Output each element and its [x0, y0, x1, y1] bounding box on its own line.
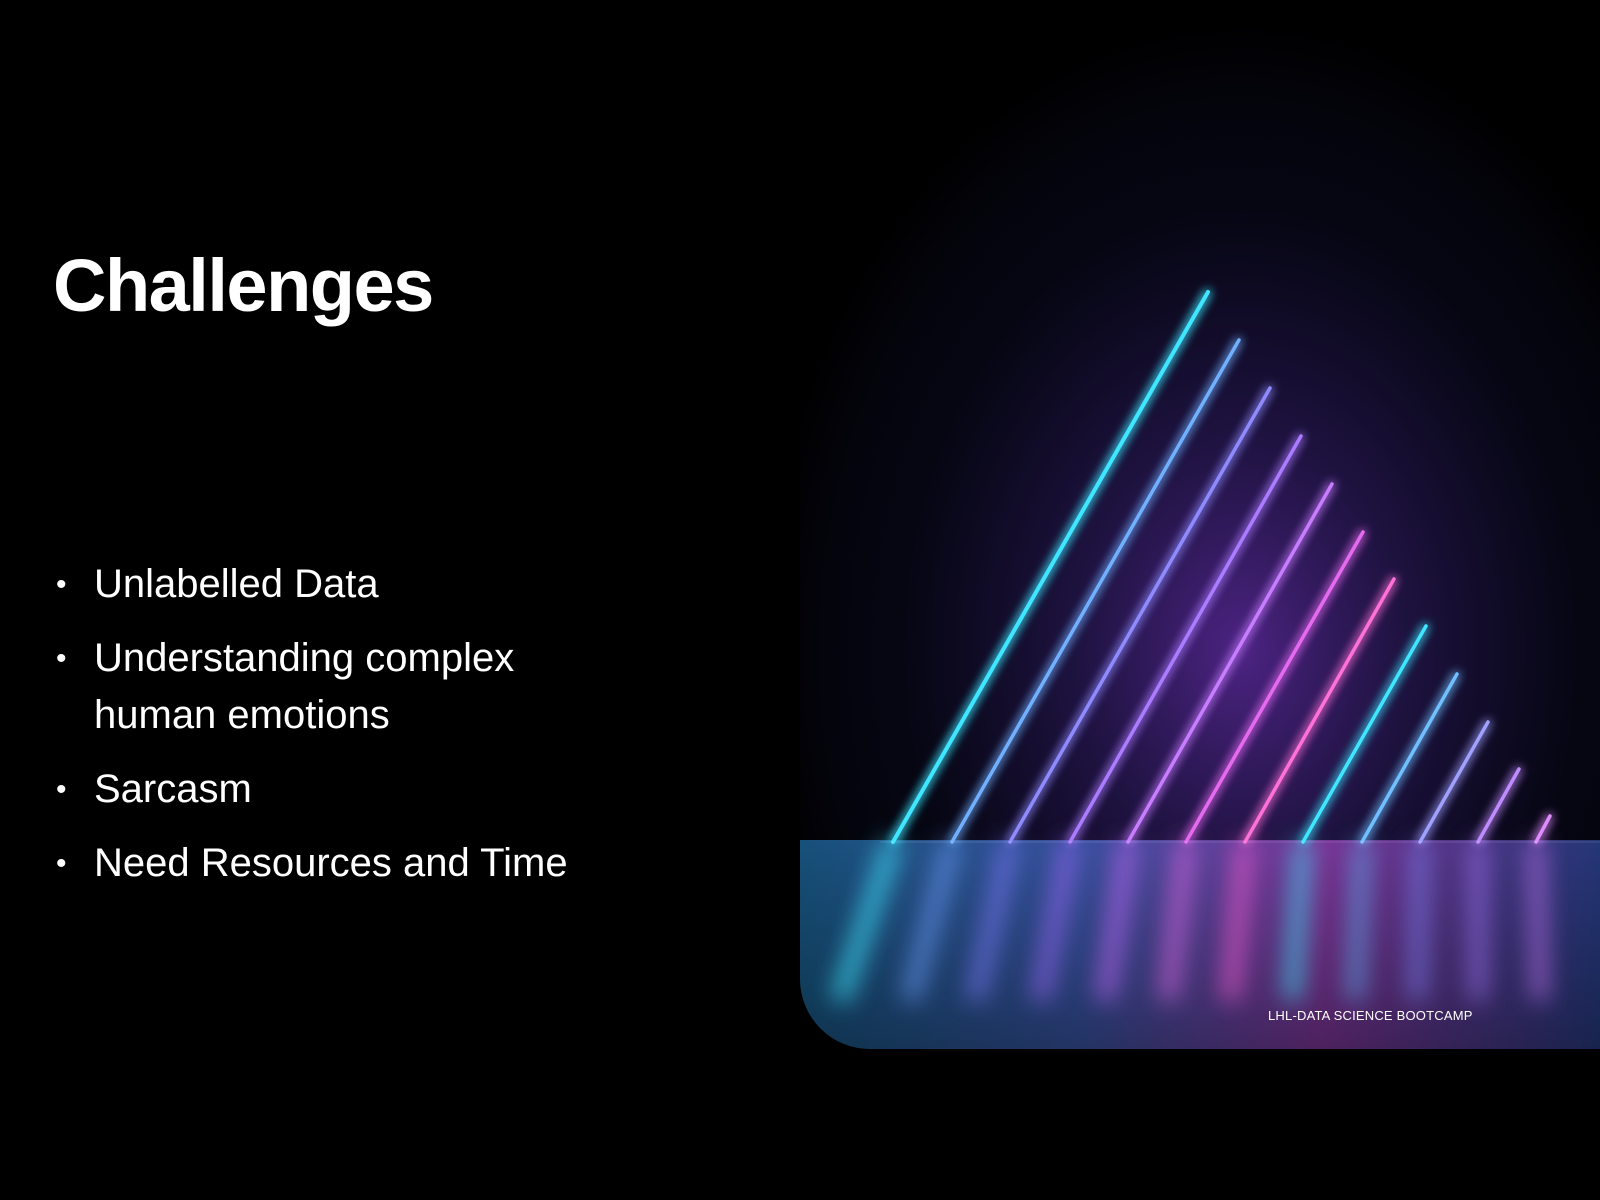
bullet-dot-icon: •: [56, 642, 67, 675]
bullet-dot-icon: •: [56, 847, 67, 880]
footer-text: LHL-DATA SCIENCE BOOTCAMP: [1268, 1008, 1473, 1023]
bullet-text: Unlabelled Data: [94, 562, 379, 606]
bullet-text: Need Resources and Time: [94, 841, 568, 885]
bullet-list: • Unlabelled Data • Understanding comple…: [56, 556, 676, 909]
bullet-item: • Unlabelled Data: [56, 556, 676, 613]
slide-title: Challenges: [53, 244, 434, 327]
neon-lines-illustration: [800, 0, 1600, 1049]
bullet-dot-icon: •: [56, 568, 67, 601]
neon-triangle-image: [800, 0, 1600, 1049]
slide: Challenges • Unlabelled Data • Understan…: [0, 0, 1600, 1200]
bullet-dot-icon: •: [56, 773, 67, 806]
bullet-text: Understanding complex human emotions: [94, 636, 515, 737]
bullet-item: • Need Resources and Time: [56, 835, 676, 892]
bullet-text: Sarcasm: [94, 767, 252, 811]
bullet-item: • Understanding complex human emotions: [56, 630, 676, 744]
bullet-item: • Sarcasm: [56, 761, 676, 818]
